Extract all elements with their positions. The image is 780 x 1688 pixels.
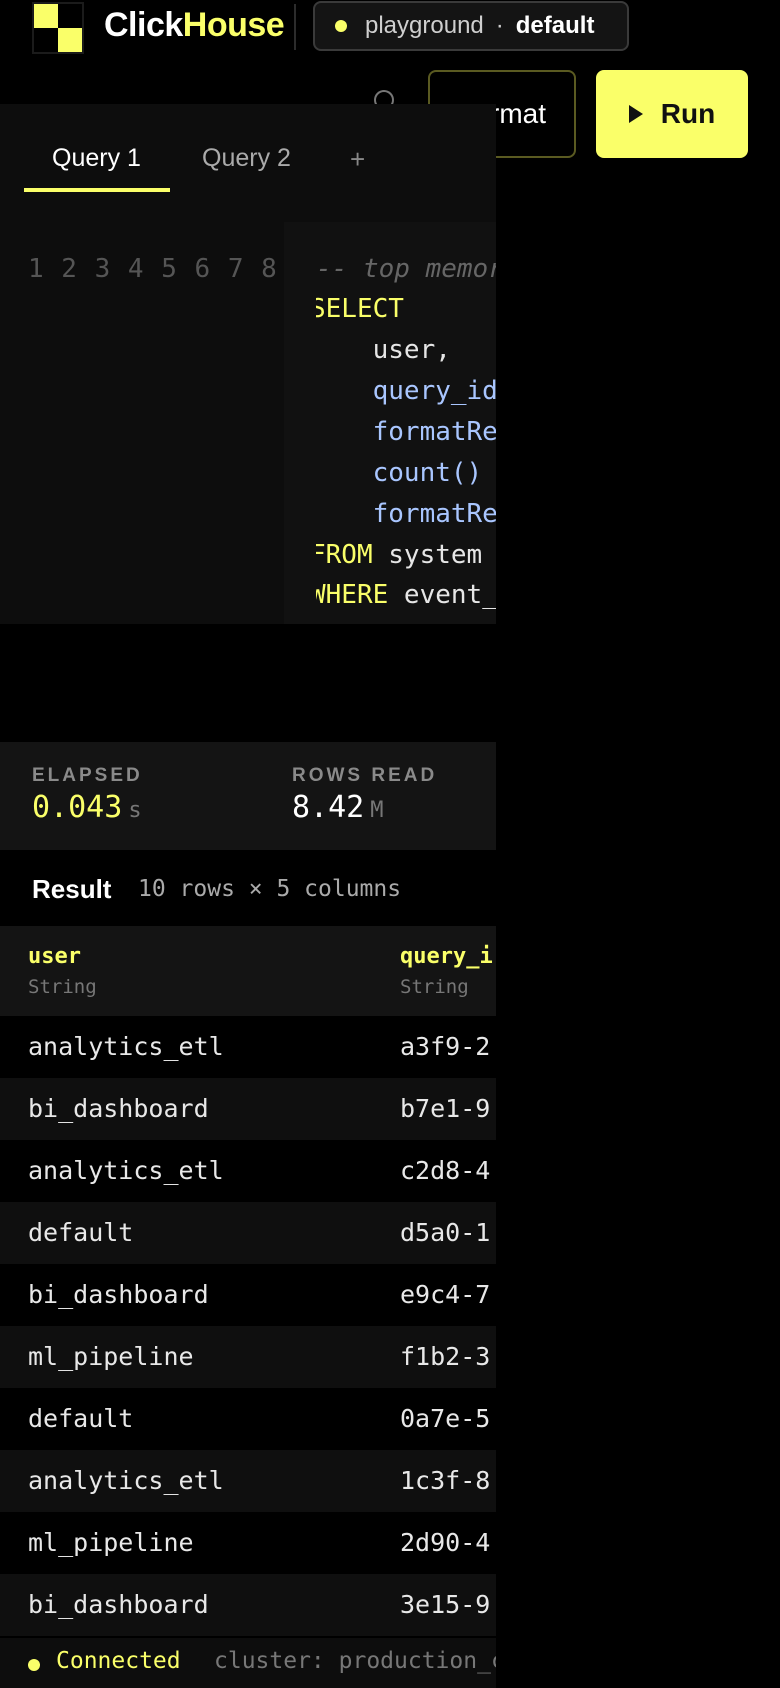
cell-user: bi_dashboard	[28, 1280, 209, 1309]
cell-query-id: 0a7e-5	[400, 1404, 491, 1433]
cell-user: ml_pipeline	[28, 1342, 194, 1371]
cell-user: default	[28, 1218, 134, 1247]
line-numbers: 1 2 3 4 5 6 7 8	[28, 254, 278, 284]
rows-read-value: 8.42 M	[292, 790, 384, 825]
run-button-label: Run	[660, 98, 716, 129]
cell-query-id: e9c4-7	[400, 1280, 491, 1309]
status-bar: Connected cluster: production_c	[0, 1638, 496, 1688]
code-line-3: user,	[316, 335, 451, 365]
clickhouse-logo	[32, 2, 84, 54]
rows-read-label: ROWS READ	[292, 765, 438, 786]
table-row[interactable]: analytics_etl 1c3f-8	[0, 1450, 496, 1512]
cell-user: ml_pipeline	[28, 1528, 194, 1557]
table-row[interactable]: ml_pipeline 2d90-4	[0, 1512, 496, 1574]
code-editor[interactable]: -- top memory SELECT user, query_id form…	[316, 254, 496, 624]
cell-query-id: d5a0-1	[400, 1218, 491, 1247]
table-row[interactable]: analytics_etl c2d8-4	[0, 1140, 496, 1202]
code-line-8: FROM system	[316, 540, 483, 570]
play-icon	[628, 105, 643, 123]
table-row[interactable]: bi_dashboard 3e15-9	[0, 1574, 496, 1636]
cell-query-id: 3e15-9	[400, 1590, 491, 1619]
cell-user: analytics_etl	[28, 1032, 224, 1061]
column-header-query-id[interactable]: query_i	[400, 944, 493, 969]
column-header-user[interactable]: user	[28, 944, 81, 969]
elapsed-label: ELAPSED	[32, 765, 143, 786]
code-line-2: SELECT	[316, 294, 404, 324]
code-line-1: -- top memory	[316, 254, 496, 284]
result-table: user String query_i String analytics_etl…	[0, 926, 496, 1636]
active-tab-indicator	[24, 188, 170, 192]
format-button-label: rmat	[490, 98, 546, 129]
table-row[interactable]: default 0a7e-5	[0, 1388, 496, 1450]
code-line-6: count()	[316, 458, 483, 488]
table-row[interactable]: bi_dashboard e9c4-7	[0, 1264, 496, 1326]
brand-name: ClickHouse	[104, 6, 285, 44]
cell-query-id: c2d8-4	[400, 1156, 491, 1185]
table-row[interactable]: default d5a0-1	[0, 1202, 496, 1264]
code-line-4: query_id	[316, 376, 496, 406]
cell-user: bi_dashboard	[28, 1590, 209, 1619]
header-divider	[294, 4, 296, 50]
table-row[interactable]: bi_dashboard b7e1-9	[0, 1078, 496, 1140]
cell-user: analytics_etl	[28, 1466, 224, 1495]
run-button[interactable]: Run	[596, 70, 748, 158]
cell-user: bi_dashboard	[28, 1094, 209, 1123]
result-meta: 10 rows × 5 columns	[138, 876, 402, 902]
cell-query-id: f1b2-3	[400, 1342, 491, 1371]
code-line-9: WHERE event_	[316, 580, 496, 610]
table-header: user String query_i String	[0, 926, 496, 1016]
service-separator: ·	[495, 12, 504, 39]
service-name: playground	[365, 12, 484, 39]
cell-query-id: 2d90-4	[400, 1528, 491, 1557]
result-title: Result	[32, 874, 112, 904]
column-type-query-id: String	[400, 976, 469, 998]
table-row[interactable]: ml_pipeline f1b2-3	[0, 1326, 496, 1388]
add-tab-button[interactable]: +	[350, 144, 365, 175]
cell-user: analytics_etl	[28, 1156, 224, 1185]
database-name: default	[515, 12, 595, 39]
column-type-user: String	[28, 976, 97, 998]
table-row[interactable]: analytics_etl a3f9-2	[0, 1016, 496, 1078]
cluster-name: cluster: production_c	[214, 1648, 496, 1674]
cell-user: default	[28, 1404, 134, 1433]
elapsed-value: 0.043 s	[32, 790, 142, 825]
status-dot-icon	[335, 20, 347, 32]
cell-query-id: 1c3f-8	[400, 1466, 491, 1495]
code-line-7: formatRe	[316, 499, 496, 529]
cell-query-id: b7e1-9	[400, 1094, 491, 1123]
cell-query-id: a3f9-2	[400, 1032, 491, 1061]
connection-status: Connected	[56, 1648, 181, 1674]
connected-dot-icon	[28, 1659, 40, 1671]
tab-query-2[interactable]: Query 2	[202, 144, 291, 173]
code-line-5: formatRe	[316, 417, 496, 447]
tab-query-1[interactable]: Query 1	[52, 144, 141, 173]
service-selector[interactable]: playground · default	[313, 1, 629, 51]
